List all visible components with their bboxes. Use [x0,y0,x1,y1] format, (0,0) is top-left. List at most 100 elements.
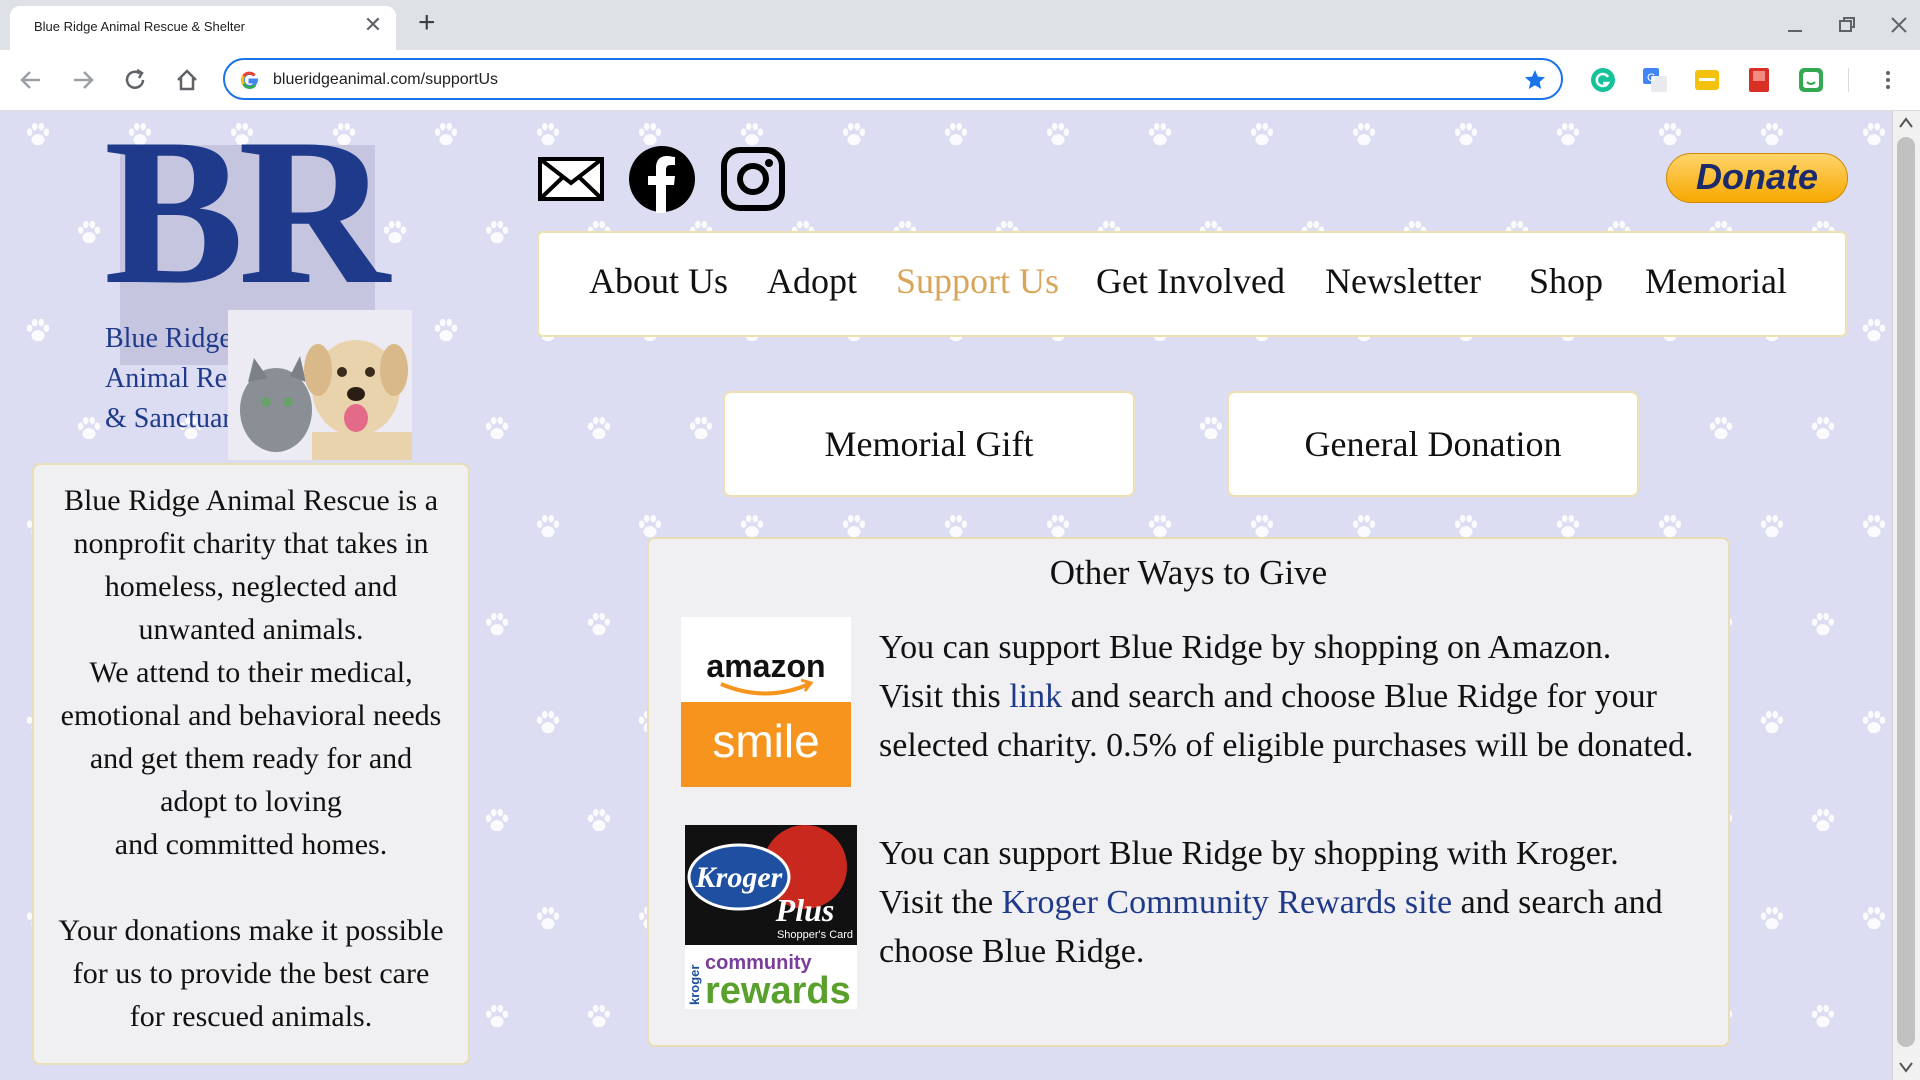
paw-print [1148,514,1172,538]
donate-button[interactable]: Donate [1666,153,1848,203]
nav-adopt[interactable]: Adopt [767,260,857,302]
amazon-line: Visit this [879,678,1010,715]
other-ways-title: Other Ways to Give [1049,553,1328,592]
reload-icon[interactable] [120,65,150,95]
paw-print [536,710,560,734]
about-line: homeless, neglected and [104,570,398,603]
nav-about-us[interactable]: About Us [589,260,728,302]
site-logo[interactable]: BR Blue Ridge Animal Rescue & Sanctuary [100,111,420,460]
paw-print [434,318,458,342]
kroger-line: and search and [1452,884,1663,921]
paw-print [1556,514,1580,538]
home-icon[interactable] [172,65,202,95]
amazon-line: and search and choose Blue Ridge for you… [1062,678,1657,715]
page-viewport: BR Blue Ridge Animal Rescue & Sanctuary … [0,111,1892,1080]
paw-print [587,808,611,832]
paw-print [1046,514,1070,538]
donation-paragraph: Your donations make it possible for us t… [54,909,448,1038]
amazon-line: You can support Blue Ridge by shopping o… [879,629,1612,666]
kroger-rewards-link[interactable]: Kroger Community Rewards site [1002,884,1452,921]
star-icon[interactable] [1523,68,1547,92]
restore-icon[interactable] [1832,12,1862,38]
amazon-link[interactable]: link [1009,678,1062,715]
paw-print [1862,710,1886,734]
page-scrollbar[interactable] [1892,111,1920,1080]
paw-print [1148,122,1172,146]
nav-newsletter[interactable]: Newsletter [1325,260,1481,302]
rewards-text: rewards [705,970,851,1009]
toolbar-divider [1848,68,1849,92]
paw-print [1760,514,1784,538]
paw-print [638,122,662,146]
paw-print [1658,122,1682,146]
logo-text-line: Blue Ridge [105,323,232,354]
paw-print [536,122,560,146]
about-line: nonprofit charity that takes in [73,527,429,560]
nav-shop[interactable]: Shop [1529,260,1603,302]
paw-print [1862,514,1886,538]
google-icon [240,71,259,89]
url-text: blueridgeanimal.com/supportUs [273,71,498,88]
paw-print [587,612,611,636]
paw-print [1811,808,1835,832]
grammarly-icon[interactable] [1590,67,1616,93]
about-line: We attend to their medical, [89,656,413,689]
close-window-icon[interactable] [1884,12,1914,38]
paw-print [1862,318,1886,342]
paw-print [1352,514,1376,538]
paw-print [1760,122,1784,146]
about-line: and committed homes. [114,828,388,861]
translate-icon[interactable]: G [1642,67,1668,93]
paw-print [1760,906,1784,930]
about-line: Blue Ridge Animal Rescue is a [63,484,439,517]
kroger-plus-text: Plus [775,892,835,928]
paw-print [638,514,662,538]
nav-get-involved[interactable]: Get Involved [1096,260,1285,302]
kroger-rewards-logo[interactable]: Kroger Plus Shopper's Card kroger commun… [685,825,857,1009]
scrollbar-thumb[interactable] [1897,137,1915,1047]
logo-text-line: & Sanctuary [105,403,246,434]
yellow-extension-icon[interactable] [1694,67,1720,93]
instagram-icon[interactable] [719,145,787,213]
new-tab-button[interactable]: + [418,8,436,38]
nav-support-us[interactable]: Support Us [896,260,1059,302]
memorial-gift-button[interactable]: Memorial Gift [723,391,1135,497]
paw-print [1454,514,1478,538]
scroll-up-icon[interactable] [1899,117,1913,129]
paw-print [1811,612,1835,636]
about-paragraph: Blue Ridge Animal Rescue is a nonprofit … [54,479,448,866]
nav-memorial[interactable]: Memorial [1645,260,1787,302]
paw-print [740,514,764,538]
general-donation-button[interactable]: General Donation [1227,391,1639,497]
tab-close-icon[interactable]: ✕ [362,14,384,37]
about-line: for us to provide the best care [72,957,430,990]
forward-icon[interactable] [68,65,98,95]
red-extension-icon[interactable] [1746,67,1772,93]
scroll-down-icon[interactable] [1899,1061,1913,1073]
green-extension-icon[interactable] [1798,67,1824,93]
svg-text:G: G [1647,72,1656,84]
back-icon[interactable] [16,65,46,95]
paw-print [485,1004,509,1028]
paw-print [1862,906,1886,930]
paw-print [26,318,50,342]
paw-print [944,122,968,146]
amazon-smile-logo[interactable]: amazon smile [681,617,851,787]
logo-letters: BR [104,111,390,328]
envelope-icon[interactable] [537,145,605,213]
minimize-icon[interactable] [1780,12,1810,38]
browser-tab[interactable]: Blue Ridge Animal Rescue & Shelter ✕ [10,6,396,50]
paw-print [485,612,509,636]
kroger-side-text: kroger [687,965,702,1005]
browser-toolbar: blueridgeanimal.com/supportUs G [0,50,1920,111]
address-bar[interactable]: blueridgeanimal.com/supportUs [223,58,1563,100]
facebook-icon[interactable] [628,145,696,213]
other-ways-box: Other Ways to Give amazon smile You can … [647,537,1730,1047]
paw-print [740,122,764,146]
paw-print [1658,514,1682,538]
smile-logo-text: smile [712,715,819,767]
amazon-description: You can support Blue Ridge by shopping o… [879,623,1739,770]
menu-icon[interactable] [1876,68,1900,92]
about-box: Blue Ridge Animal Rescue is a nonprofit … [32,463,470,1065]
about-line: Your donations make it possible [58,914,444,947]
